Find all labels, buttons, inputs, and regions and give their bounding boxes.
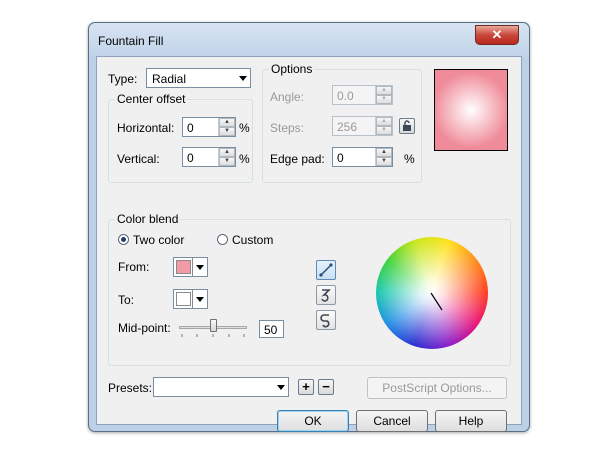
add-preset-button[interactable]: + [298,379,314,395]
horizontal-down-arrow[interactable]: ▼ [219,127,235,136]
dialog-title: Fountain Fill [98,34,164,48]
horizontal-unit: % [239,121,250,135]
angle-down-arrow[interactable]: ▼ [376,95,392,104]
counterclockwise-arrow-icon [321,289,331,302]
presets-label: Presets: [108,381,153,395]
vertical-unit: % [239,152,250,166]
angle-value: 0.0 [337,89,354,103]
two-color-radio[interactable] [118,234,129,245]
dialog-body: Type: Radial Center offset Horizontal: 0… [96,56,522,432]
center-offset-group [108,99,253,183]
type-dropdown[interactable]: Radial [146,68,251,88]
to-label: To: [118,293,135,307]
options-title: Options [269,62,315,76]
title-bar[interactable]: Fountain Fill ✕ [89,23,529,57]
type-label: Type: [108,72,138,86]
lock-icon [403,120,411,131]
midpoint-slider[interactable] [179,319,247,339]
counterclockwise-blend-button[interactable] [316,285,336,305]
midpoint-value: 50 [264,323,278,337]
edge-pad-up-arrow[interactable]: ▲ [376,148,392,157]
angle-up-arrow[interactable]: ▲ [376,86,392,95]
from-label: From: [118,260,150,274]
vertical-label: Vertical: [117,152,160,166]
clockwise-blend-button[interactable] [316,310,336,330]
horizontal-stepper[interactable]: 0 ▲ ▼ [182,117,236,137]
steps-up-arrow[interactable]: ▲ [376,117,392,126]
to-color-swatch [176,292,191,306]
chevron-down-icon [239,76,247,81]
steps-value: 256 [337,120,358,134]
vertical-up-arrow[interactable]: ▲ [219,148,235,157]
close-button[interactable]: ✕ [475,25,519,45]
midpoint-label: Mid-point: [118,321,171,335]
from-color-swatch [176,260,191,274]
from-color-picker[interactable] [173,257,208,277]
steps-stepper[interactable]: 256 ▲ ▼ [332,116,393,136]
edge-pad-down-arrow[interactable]: ▼ [376,157,392,166]
color-blend-title: Color blend [115,212,181,226]
horizontal-label: Horizontal: [117,121,175,135]
cancel-button[interactable]: Cancel [356,410,428,432]
edge-pad-unit: % [404,152,415,166]
edge-pad-stepper[interactable]: 0 ▲ ▼ [332,147,393,167]
vertical-value: 0 [187,151,194,165]
vertical-stepper[interactable]: 0 ▲ ▼ [182,147,236,167]
close-icon: ✕ [491,27,503,42]
plus-icon: + [302,379,310,394]
horizontal-value: 0 [187,121,194,135]
remove-preset-button[interactable]: − [318,379,334,395]
chevron-down-icon [192,290,207,308]
postscript-options-button[interactable]: PostScript Options... [367,377,507,399]
steps-label: Steps: [270,121,305,135]
center-offset-title: Center offset [115,92,188,106]
fill-preview [434,69,508,151]
clockwise-arrow-icon [320,314,330,328]
presets-dropdown[interactable] [153,377,289,397]
midpoint-input[interactable]: 50 [259,320,284,338]
chevron-down-icon [277,385,285,390]
chevron-down-icon [192,258,207,276]
line-direct-icon [319,263,333,277]
horizontal-up-arrow[interactable]: ▲ [219,118,235,127]
blend-path-line [430,292,443,311]
edge-pad-label: Edge pad: [270,152,325,166]
slider-ticks [181,334,245,337]
help-button[interactable]: Help [435,410,507,432]
fountain-fill-dialog: Fountain Fill ✕ Type: Radial Center offs… [88,22,530,432]
minus-icon: − [322,379,330,394]
custom-label: Custom [232,233,274,247]
edge-pad-value: 0 [337,151,344,165]
slider-thumb[interactable] [209,319,217,332]
steps-down-arrow[interactable]: ▼ [376,126,392,135]
angle-label: Angle: [270,90,305,104]
two-color-label: Two color [133,233,185,247]
direct-blend-button[interactable] [316,260,336,280]
ok-button[interactable]: OK [277,410,349,432]
lock-button[interactable] [399,118,415,134]
angle-stepper[interactable]: 0.0 ▲ ▼ [332,85,393,105]
type-value: Radial [152,72,187,86]
color-wheel[interactable] [376,237,488,349]
vertical-down-arrow[interactable]: ▼ [219,157,235,166]
custom-radio[interactable] [217,234,228,245]
to-color-picker[interactable] [173,289,208,309]
